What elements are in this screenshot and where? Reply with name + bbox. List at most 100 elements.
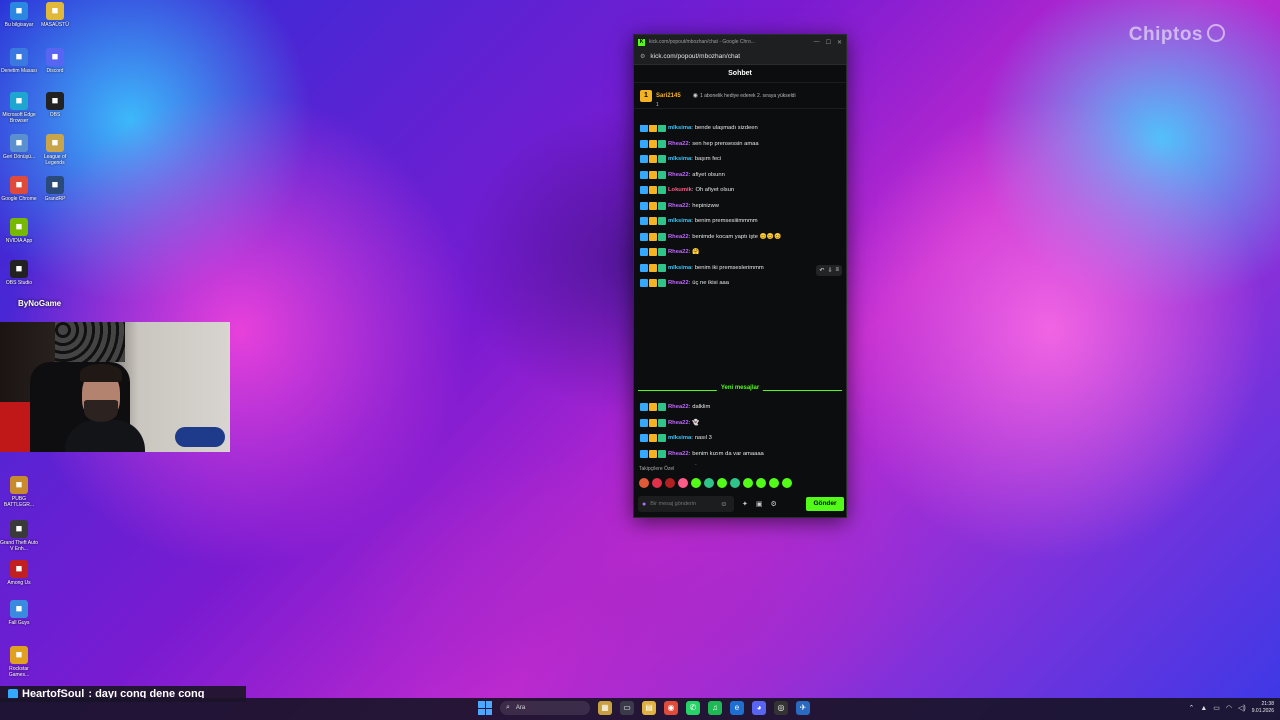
emote-icon[interactable] <box>756 478 766 488</box>
emote-icon[interactable] <box>678 478 688 488</box>
gift-button-icon[interactable]: ▣ <box>756 500 763 508</box>
message-username[interactable]: mlksima <box>668 218 691 224</box>
message-username[interactable]: Rhea22 <box>668 203 689 209</box>
emote-icon[interactable] <box>769 478 779 488</box>
desktop-icon[interactable]: ■ PUBG BATTLEGR... <box>0 476 38 508</box>
start-icon[interactable] <box>478 701 492 715</box>
desktop-icon[interactable]: ■ Google Chrome <box>0 176 38 202</box>
taskbar-center: ⌕ Ara ▦ ▭ ▤ ◉ ✆ ♫ e ◕ ◎ ✈ <box>478 701 810 715</box>
site-info-icon[interactable]: ⚙ <box>640 53 645 60</box>
desktop-icon[interactable]: ■ League of Legends <box>36 134 74 166</box>
chat-message[interactable]: Rhea22:👻 <box>640 462 699 465</box>
message-username[interactable]: mlksima <box>668 435 691 441</box>
chat-message[interactable]: Rhea22: benimde kocam yaptı işte 😊😊😊 <box>640 230 781 244</box>
mic-icon[interactable]: ● <box>642 501 646 508</box>
chat-message[interactable]: Rhea22: afiyet olsunn <box>640 168 725 182</box>
chevron-up-icon[interactable]: ⌃ <box>1188 704 1194 712</box>
app-icon[interactable]: ✈ <box>796 701 810 715</box>
chat-message[interactable]: mlksima: bende ulaşmadı sizdeen <box>640 125 758 135</box>
chat-message[interactable]: Rhea22: 🤗 <box>640 245 699 259</box>
badge-icon <box>658 201 666 210</box>
chat-message[interactable]: Rhea22: hepinizww <box>640 199 719 213</box>
chat-input-box[interactable]: ● ☺ <box>638 496 734 512</box>
bits-icon[interactable]: ✦ <box>742 500 748 508</box>
desktop-icon[interactable]: ■ Geri Dönüşü... <box>0 134 38 160</box>
message-username[interactable]: Rhea22 <box>668 141 689 147</box>
discord-icon[interactable]: ◕ <box>752 701 766 715</box>
wifi-icon[interactable]: ◠ <box>1226 704 1232 712</box>
message-username[interactable]: Rhea22 <box>668 404 689 410</box>
edge-icon[interactable]: e <box>730 701 744 715</box>
more-icon[interactable]: ≡ <box>835 267 839 274</box>
send-button[interactable]: Gönder <box>806 497 844 511</box>
message-username[interactable]: Rhea22 <box>668 249 689 255</box>
pin-icon[interactable]: ⇩ <box>827 267 832 274</box>
message-username[interactable]: Lokumik <box>668 187 692 193</box>
task-view-icon[interactable]: ▭ <box>620 701 634 715</box>
whatsapp-icon[interactable]: ✆ <box>686 701 700 715</box>
maximize-icon[interactable]: ☐ <box>826 39 831 46</box>
desktop-icon[interactable]: ■ Rockstar Games... <box>0 646 38 678</box>
minimize-icon[interactable]: — <box>814 39 820 45</box>
desktop-icon[interactable]: ■ OBS Studio <box>0 260 38 286</box>
edge-icon: ■ <box>10 92 28 110</box>
clock[interactable]: 21:38 9.01.2026 <box>1252 701 1274 715</box>
chat-message[interactable]: Lokumik: Oh afiyet olsun <box>640 183 734 197</box>
pinned-gift-banner[interactable]: 1 Sari2145 1 ◉ 1 abonelik hediye ederek … <box>634 83 846 109</box>
spotify-icon[interactable]: ♫ <box>708 701 722 715</box>
taskbar-search[interactable]: ⌕ Ara <box>500 701 590 715</box>
chat-message[interactable]: Rhea22: benim kızım da var amaaaa <box>640 447 764 461</box>
reply-icon[interactable]: ↶ <box>819 267 824 274</box>
chat-message[interactable]: Rhea22:👻 <box>640 416 699 430</box>
chat-message[interactable]: mlksima: nasıl 3 <box>640 431 712 445</box>
emote-icon[interactable] <box>639 478 649 488</box>
desktop-icon[interactable]: ■ NVIDIA App <box>0 218 38 244</box>
emote-icon[interactable] <box>743 478 753 488</box>
chat-message[interactable]: mlksima: benim premsesiiimmmm <box>640 214 758 228</box>
desktop-icon[interactable]: ■ Among Us <box>0 560 38 586</box>
chat-message[interactable]: Rhea22: üç ne ikisi aaa <box>640 276 729 290</box>
message-username[interactable]: Rhea22 <box>668 451 689 457</box>
display-icon[interactable]: ▭ <box>1213 704 1220 712</box>
desktop-icon[interactable]: ■ MASAÜSTÜ <box>36 2 74 28</box>
message-username[interactable]: Rhea22 <box>668 420 689 426</box>
desktop-icon[interactable]: ■ Grand Theft Auto V Enh... <box>0 520 38 552</box>
settings-icon[interactable]: ⚙ <box>771 500 777 508</box>
emote-icon[interactable] <box>704 478 714 488</box>
desktop-icon[interactable]: ■ Microsoft Edge Browser <box>0 92 38 124</box>
emote-icon[interactable] <box>665 478 675 488</box>
message-username[interactable]: mlksima <box>668 125 691 131</box>
chrome-icon[interactable]: ◉ <box>664 701 678 715</box>
chat-input[interactable] <box>650 501 721 507</box>
pinned-user[interactable]: Sari2145 <box>656 93 681 99</box>
message-username[interactable]: Rhea22 <box>668 172 689 178</box>
window-titlebar[interactable]: K kick.com/popout/mbozhan/chat - Google … <box>634 35 846 49</box>
emote-icon[interactable] <box>652 478 662 488</box>
emote-icon[interactable] <box>730 478 740 488</box>
desktop-icon[interactable]: ■ Discord <box>36 48 74 74</box>
emoji-icon[interactable]: ☺ <box>720 501 727 508</box>
close-icon[interactable]: ✕ <box>837 39 842 46</box>
file-explorer-icon[interactable]: ▤ <box>642 701 656 715</box>
network-icon[interactable]: ▲ <box>1200 705 1207 712</box>
desktop-icon[interactable]: ■ OBS <box>36 92 74 118</box>
desktop-icon[interactable]: ■ GrandRP <box>36 176 74 202</box>
message-username[interactable]: Rhea22 <box>668 280 689 286</box>
desktop-icon[interactable]: ■ Bu bilgisayar <box>0 2 38 28</box>
volume-icon[interactable]: ◁) <box>1238 704 1246 712</box>
chat-message[interactable]: mlksima: benim iki premseslerimmm <box>640 261 764 275</box>
chat-message[interactable]: mlksima: başım feci <box>640 152 721 166</box>
emote-icon[interactable] <box>691 478 701 488</box>
message-username[interactable]: mlksima <box>668 156 691 162</box>
chat-message[interactable]: Rhea22: dalklim <box>640 400 710 414</box>
emote-icon[interactable] <box>717 478 727 488</box>
message-username[interactable]: Rhea22 <box>668 234 689 240</box>
url-bar[interactable]: ⚙ kick.com/popout/mbozhan/chat <box>634 49 846 65</box>
emote-icon[interactable] <box>782 478 792 488</box>
message-username[interactable]: mlksima <box>668 265 691 271</box>
widgets-icon[interactable]: ▦ <box>598 701 612 715</box>
desktop-icon[interactable]: ■ Denetim Masası <box>0 48 38 74</box>
obs-icon[interactable]: ◎ <box>774 701 788 715</box>
chat-message[interactable]: Rhea22: sen hep prensessin amaa <box>640 137 759 151</box>
desktop-icon[interactable]: ■ Fall Guys <box>0 600 38 626</box>
